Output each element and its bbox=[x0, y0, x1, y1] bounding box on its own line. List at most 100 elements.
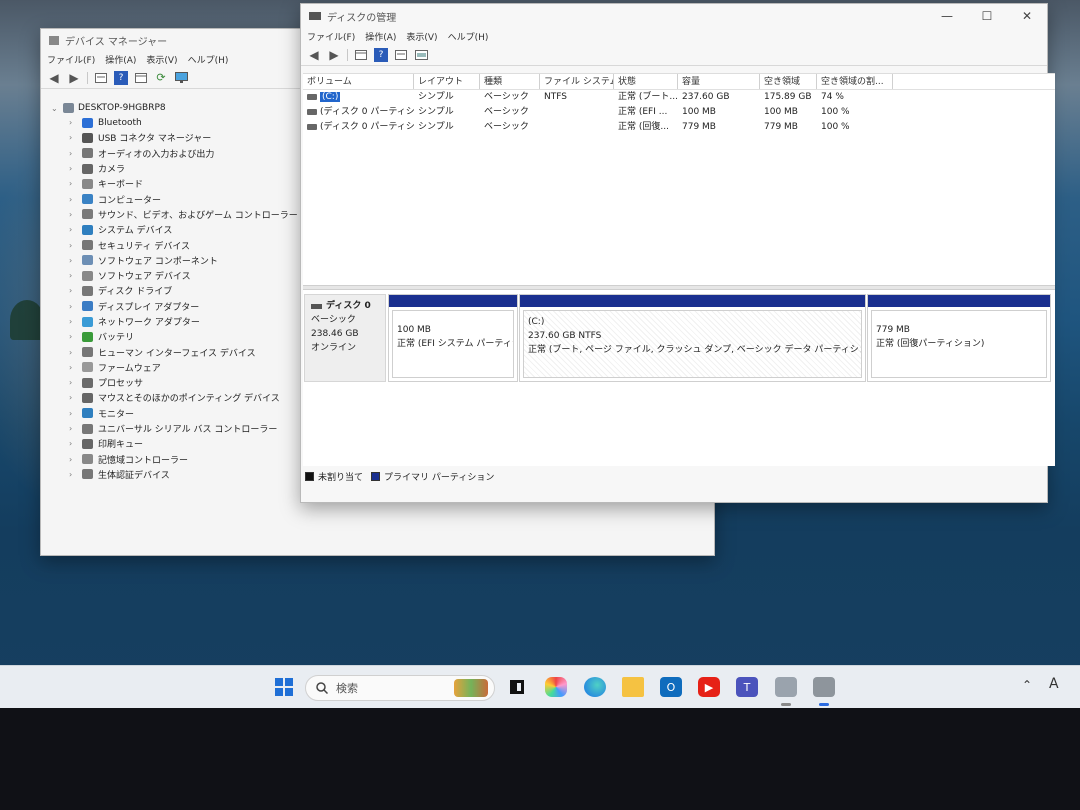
device-category[interactable]: › サウンド、ビデオ、およびゲーム コントローラー bbox=[47, 207, 298, 222]
menu-action[interactable]: 操作(A) bbox=[105, 53, 136, 66]
device-category[interactable]: › 印刷キュー bbox=[47, 436, 298, 451]
chevron-right-icon[interactable]: › bbox=[69, 363, 77, 372]
menu-help[interactable]: ヘルプ(H) bbox=[188, 53, 229, 66]
col-status[interactable]: 状態 bbox=[614, 74, 678, 89]
chevron-right-icon[interactable]: › bbox=[69, 118, 77, 127]
volume-row[interactable]: (ディスク 0 パーティショ... シンプル ベーシック 正常 (回復... 779 M… bbox=[303, 120, 1055, 135]
back-arrow-icon[interactable]: ◀ bbox=[47, 71, 61, 85]
dm-disk-view-icon[interactable] bbox=[414, 48, 428, 62]
tree-root[interactable]: ⌄ DESKTOP-9HGBRP8 bbox=[47, 101, 298, 115]
device-category[interactable]: › セキュリティ デバイス bbox=[47, 237, 298, 252]
youtube-icon[interactable]: ▶ bbox=[698, 677, 720, 697]
close-icon[interactable]: ✕ bbox=[1007, 4, 1047, 28]
file-explorer-icon[interactable] bbox=[622, 677, 644, 697]
chevron-right-icon[interactable]: › bbox=[69, 455, 77, 464]
col-free-percent[interactable]: 空き領域の割... bbox=[817, 74, 893, 89]
menu-view[interactable]: 表示(V) bbox=[146, 53, 177, 66]
dm-back-arrow-icon[interactable]: ◀ bbox=[307, 48, 321, 62]
device-category[interactable]: › ファームウェア bbox=[47, 360, 298, 375]
chevron-right-icon[interactable]: › bbox=[69, 424, 77, 433]
volume-row[interactable]: (C:) シンプル ベーシック NTFS 正常 (ブート... 237.60 GB 175.… bbox=[303, 90, 1055, 105]
device-category[interactable]: › 生体認証デバイス bbox=[47, 467, 298, 482]
forward-arrow-icon[interactable]: ▶ bbox=[67, 71, 81, 85]
chevron-right-icon[interactable]: › bbox=[69, 149, 77, 158]
task-view-icon[interactable] bbox=[506, 677, 528, 697]
chevron-right-icon[interactable]: › bbox=[69, 470, 77, 479]
dm-list-view-icon[interactable] bbox=[354, 48, 368, 62]
minimize-icon[interactable]: — bbox=[927, 4, 967, 28]
copilot-icon[interactable] bbox=[545, 677, 567, 697]
device-category[interactable]: › モニター bbox=[47, 406, 298, 421]
chevron-right-icon[interactable]: › bbox=[69, 271, 77, 280]
partition-efi[interactable]: 100 MB 正常 (EFI システム パーティショ bbox=[388, 294, 518, 382]
chevron-right-icon[interactable]: › bbox=[69, 317, 77, 326]
teams-icon[interactable]: T bbox=[736, 677, 758, 697]
dm-properties-icon[interactable] bbox=[394, 48, 408, 62]
dm-menu-file[interactable]: ファイル(F) bbox=[307, 30, 355, 43]
device-category[interactable]: › 記憶域コントローラー bbox=[47, 452, 298, 467]
device-category[interactable]: › バッテリ bbox=[47, 329, 298, 344]
properties-icon[interactable] bbox=[94, 71, 108, 85]
device-category[interactable]: › コンピューター bbox=[47, 191, 298, 206]
chevron-down-icon[interactable]: ⌄ bbox=[51, 104, 59, 113]
device-category[interactable]: › キーボード bbox=[47, 176, 298, 191]
device-category[interactable]: › ユニバーサル シリアル バス コントローラー bbox=[47, 421, 298, 436]
scan-hardware-icon[interactable]: ⟳ bbox=[154, 71, 168, 85]
device-category[interactable]: › ヒューマン インターフェイス デバイス bbox=[47, 344, 298, 359]
edge-icon[interactable] bbox=[584, 677, 606, 697]
view-icon[interactable] bbox=[134, 71, 148, 85]
chevron-right-icon[interactable]: › bbox=[69, 348, 77, 357]
device-category[interactable]: › ディスク ドライブ bbox=[47, 283, 298, 298]
device-category[interactable]: › ソフトウェア デバイス bbox=[47, 268, 298, 283]
dm-menu-action[interactable]: 操作(A) bbox=[365, 30, 396, 43]
menu-file[interactable]: ファイル(F) bbox=[47, 53, 95, 66]
dm-menu-help[interactable]: ヘルプ(H) bbox=[448, 30, 489, 43]
device-category[interactable]: › ソフトウェア コンポーネント bbox=[47, 253, 298, 268]
dm-help-icon[interactable]: ? bbox=[374, 47, 388, 62]
device-category[interactable]: › ネットワーク アダプター bbox=[47, 314, 298, 329]
chevron-right-icon[interactable]: › bbox=[69, 302, 77, 311]
chevron-right-icon[interactable]: › bbox=[69, 225, 77, 234]
chevron-right-icon[interactable]: › bbox=[69, 241, 77, 250]
device-category[interactable]: › システム デバイス bbox=[47, 222, 298, 237]
col-volume[interactable]: ボリューム bbox=[303, 74, 414, 89]
chevron-right-icon[interactable]: › bbox=[69, 286, 77, 295]
col-free-space[interactable]: 空き領域 bbox=[760, 74, 817, 89]
device-category[interactable]: › Bluetooth bbox=[47, 115, 298, 130]
outlook-icon[interactable]: O bbox=[660, 677, 682, 697]
input-indicator[interactable]: A bbox=[1049, 676, 1059, 692]
tray-chevron-up-icon[interactable]: ⌃ bbox=[1022, 678, 1032, 692]
partition-recovery[interactable]: 779 MB 正常 (回復パーティション) bbox=[867, 294, 1051, 382]
disk-management-icon[interactable] bbox=[813, 677, 835, 697]
chevron-right-icon[interactable]: › bbox=[69, 164, 77, 173]
chevron-right-icon[interactable]: › bbox=[69, 133, 77, 142]
chevron-right-icon[interactable]: › bbox=[69, 409, 77, 418]
maximize-icon[interactable]: ☐ bbox=[967, 4, 1007, 28]
chevron-right-icon[interactable]: › bbox=[69, 179, 77, 188]
device-category[interactable]: › USB コネクタ マネージャー bbox=[47, 130, 298, 145]
windows-start-icon[interactable] bbox=[273, 677, 295, 697]
disk-0-label[interactable]: ディスク 0 ベーシック 238.46 GB オンライン bbox=[304, 294, 386, 382]
chevron-right-icon[interactable]: › bbox=[69, 378, 77, 387]
chevron-right-icon[interactable]: › bbox=[69, 393, 77, 402]
col-type[interactable]: 種類 bbox=[480, 74, 540, 89]
monitor-icon[interactable] bbox=[174, 71, 188, 85]
volume-row[interactable]: (ディスク 0 パーティショ... シンプル ベーシック 正常 (EFI ... 100… bbox=[303, 105, 1055, 120]
chevron-right-icon[interactable]: › bbox=[69, 332, 77, 341]
col-layout[interactable]: レイアウト bbox=[414, 74, 480, 89]
disk-management-window[interactable]: ディスクの管理 — ☐ ✕ ファイル(F) 操作(A) 表示(V) ヘルプ(H)… bbox=[300, 3, 1055, 503]
chevron-right-icon[interactable]: › bbox=[69, 439, 77, 448]
device-category[interactable]: › マウスとそのほかのポインティング デバイス bbox=[47, 390, 298, 405]
chevron-right-icon[interactable]: › bbox=[69, 256, 77, 265]
device-category[interactable]: › オーディオの入力および出力 bbox=[47, 146, 298, 161]
chevron-right-icon[interactable]: › bbox=[69, 210, 77, 219]
device-manager-icon[interactable] bbox=[775, 677, 797, 697]
help-icon[interactable]: ? bbox=[114, 70, 128, 85]
partition-c[interactable]: (C:) 237.60 GB NTFS 正常 (ブート, ページ ファイル, ク… bbox=[519, 294, 866, 382]
dm-menu-view[interactable]: 表示(V) bbox=[406, 30, 437, 43]
chevron-right-icon[interactable]: › bbox=[69, 195, 77, 204]
device-category[interactable]: › カメラ bbox=[47, 161, 298, 176]
dm-forward-arrow-icon[interactable]: ▶ bbox=[327, 48, 341, 62]
device-category[interactable]: › プロセッサ bbox=[47, 375, 298, 390]
col-capacity[interactable]: 容量 bbox=[678, 74, 760, 89]
